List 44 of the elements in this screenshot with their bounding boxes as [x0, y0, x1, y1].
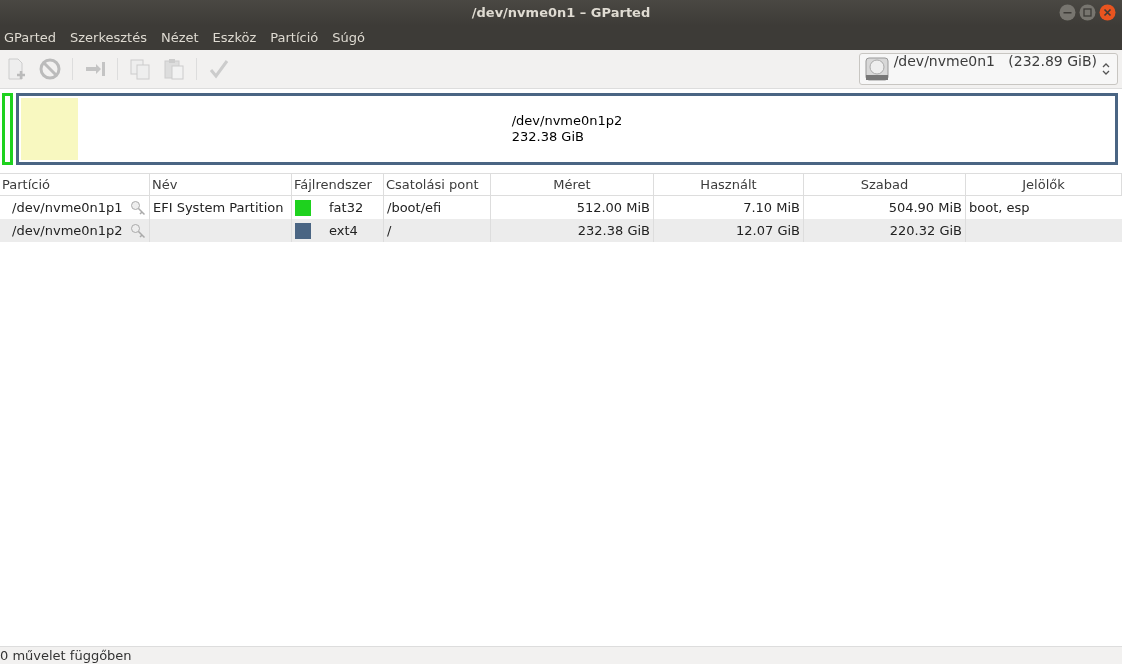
column-header[interactable]: Jelölők — [966, 174, 1122, 196]
table-cell: / — [387, 223, 392, 238]
device-selector[interactable]: /dev/nvme0n1 (232.89 GiB) — [858, 53, 1118, 85]
spinner-arrows-icon — [1101, 62, 1111, 76]
table-cell: /dev/nvme0n1p2 — [12, 223, 123, 238]
table-cell: /boot/efi — [387, 200, 442, 215]
maximize-icon[interactable] — [1079, 4, 1096, 21]
minimize-icon[interactable] — [1059, 4, 1076, 21]
prohibited-icon[interactable] — [38, 57, 62, 81]
close-icon[interactable] — [1099, 4, 1116, 21]
key-icon — [130, 222, 146, 239]
window-title: /dev/nvme0n1 – GParted — [471, 5, 651, 20]
table-cell: 220.32 GiB — [889, 223, 962, 238]
partition-block[interactable]: /dev/nvme0n1p2 232.38 GiB — [16, 93, 1118, 165]
copy-icon[interactable] — [128, 57, 152, 81]
menu-item[interactable]: Súgó — [332, 30, 365, 45]
table-cell: boot, esp — [969, 200, 1030, 215]
checkmark-icon[interactable] — [207, 57, 231, 81]
menu-item[interactable]: GParted — [4, 30, 56, 45]
table-cell: 232.38 GiB — [577, 223, 650, 238]
column-header[interactable]: Fájlrendszer — [292, 174, 384, 196]
menu-item[interactable]: Partíció — [270, 30, 319, 45]
column-header[interactable]: Szabad — [804, 174, 966, 196]
paste-icon[interactable] — [162, 57, 186, 81]
partition-label: /dev/nvme0n1p2 232.38 GiB — [511, 113, 623, 145]
table-cell: 12.07 GiB — [736, 223, 800, 238]
menu-item[interactable]: Szerkesztés — [70, 30, 147, 45]
table-cell: 504.90 MiB — [888, 200, 962, 215]
table-cell: 512.00 MiB — [576, 200, 650, 215]
status-text: 0 művelet függőben — [0, 648, 132, 663]
column-header[interactable]: Név — [150, 174, 292, 196]
key-icon — [130, 199, 146, 216]
table-cell: /dev/nvme0n1p1 — [12, 200, 123, 215]
menu-item[interactable]: Nézet — [160, 30, 199, 45]
table-cell: fat32 — [329, 200, 364, 215]
partition-block[interactable] — [2, 93, 13, 165]
table-cell: 7.10 MiB — [743, 200, 800, 215]
table-cell: ext4 — [329, 223, 358, 238]
menu-item[interactable]: Eszköz — [212, 30, 257, 45]
column-header[interactable]: Használt — [654, 174, 804, 196]
column-header[interactable]: Méret — [491, 174, 654, 196]
column-header[interactable]: Csatolási pont — [384, 174, 491, 196]
table-cell: EFI System Partition — [153, 200, 284, 215]
column-header[interactable]: Partíció — [0, 174, 150, 196]
